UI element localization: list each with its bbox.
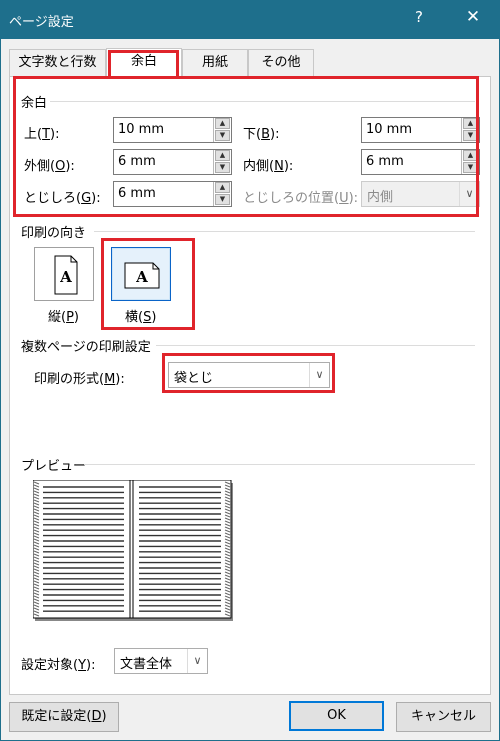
spin-down-icon[interactable]: ▼ [463,162,478,173]
print-format-label: 印刷の形式(M): [34,372,125,387]
spin-up-icon[interactable]: ▲ [215,118,230,129]
outside-margin-spinner[interactable]: ▲ ▼ [213,150,231,174]
spin-up-icon[interactable]: ▲ [463,118,478,129]
tab-label: 余白 [130,54,157,69]
gutter-position-label: とじしろの位置(U): [243,191,359,206]
landscape-label[interactable]: 横(S) [125,306,156,325]
set-as-default-button[interactable]: 既定に設定(D) [9,702,119,732]
separator [94,231,475,232]
landscape-page-icon: A [124,262,160,289]
portrait-label[interactable]: 縦(P) [48,306,79,325]
spin-up-icon[interactable]: ▲ [463,150,478,161]
gutter-field[interactable]: 6 mm ▲ ▼ [113,181,232,207]
chevron-down-icon[interactable]: ∨ [309,363,329,387]
gutter-value: 6 mm [118,186,156,201]
gutter-position-value: 内側 [367,190,394,205]
tab-label: 用紙 [201,55,228,70]
top-margin-label: 上(T): [24,127,60,142]
print-format-select[interactable]: 袋とじ ∨ [168,362,330,388]
inside-margin-label: 内側(N): [243,159,294,174]
spin-up-icon[interactable]: ▲ [215,150,230,161]
spin-up-icon[interactable]: ▲ [215,182,230,193]
tab-other[interactable]: その他 [248,49,314,76]
inside-margin-spinner[interactable]: ▲ ▼ [461,150,479,174]
help-icon[interactable]: ? [409,8,429,26]
chevron-down-icon[interactable]: ∨ [187,649,207,673]
apply-to-label: 設定対象(Y): [21,658,96,673]
apply-to-value: 文書全体 [120,657,173,672]
bottom-margin-field[interactable]: 10 mm ▲ ▼ [361,117,480,143]
section-title-multiple-pages: 複数ページの印刷設定 [21,340,151,355]
spin-down-icon[interactable]: ▼ [215,130,230,141]
landscape-button[interactable]: A [111,247,171,301]
section-title-preview: プレビュー [21,459,87,474]
svg-text:A: A [59,268,72,286]
spin-down-icon[interactable]: ▼ [215,162,230,173]
portrait-button[interactable]: A [34,247,94,301]
title-bar: ページ設定 ? ✕ [1,1,499,39]
spin-down-icon[interactable]: ▼ [463,130,478,141]
outside-margin-label: 外側(O): [24,159,75,174]
inside-margin-field[interactable]: 6 mm ▲ ▼ [361,149,480,175]
gutter-position-select: 内側 ∨ [361,181,480,207]
dialog-title: ページ設定 [9,15,74,30]
tab-margins[interactable]: 余白 [106,48,182,78]
tab-panel: 余白 上(T): 10 mm ▲ ▼ 下(B): 10 mm ▲ ▼ 外側(O)… [9,76,491,695]
print-format-value: 袋とじ [174,371,214,386]
outside-margin-value: 6 mm [118,154,156,169]
page-setup-dialog: ページ設定 ? ✕ 文字数と行数 余白 用紙 その他 余白 上(T): 10 m… [0,0,500,741]
svg-text:A: A [135,268,148,286]
gutter-spinner[interactable]: ▲ ▼ [213,182,231,206]
apply-to-select[interactable]: 文書全体 ∨ [114,648,208,674]
top-margin-spinner[interactable]: ▲ ▼ [213,118,231,142]
portrait-page-icon: A [54,255,78,295]
top-margin-value: 10 mm [118,122,165,137]
tab-label: 文字数と行数 [18,55,97,70]
gutter-label: とじしろ(G): [24,191,101,206]
preview-image [33,480,233,621]
section-title-margins: 余白 [21,96,48,111]
bottom-margin-label: 下(B): [243,127,280,142]
tab-paper[interactable]: 用紙 [182,49,248,76]
separator [50,101,475,102]
top-margin-field[interactable]: 10 mm ▲ ▼ [113,117,232,143]
spin-down-icon[interactable]: ▼ [215,194,230,205]
outside-margin-field[interactable]: 6 mm ▲ ▼ [113,149,232,175]
bottom-margin-value: 10 mm [366,122,413,137]
separator [84,464,475,465]
inside-margin-value: 6 mm [366,154,404,169]
close-icon[interactable]: ✕ [461,7,485,27]
separator [156,345,475,346]
ok-button[interactable]: OK [289,701,384,731]
section-title-orientation: 印刷の向き [21,226,87,241]
chevron-down-icon: ∨ [459,182,479,206]
cancel-button[interactable]: キャンセル [396,702,491,732]
tab-characters-lines[interactable]: 文字数と行数 [9,49,106,76]
preview-page-spread [33,480,232,619]
bottom-margin-spinner[interactable]: ▲ ▼ [461,118,479,142]
tab-label: その他 [261,55,301,70]
